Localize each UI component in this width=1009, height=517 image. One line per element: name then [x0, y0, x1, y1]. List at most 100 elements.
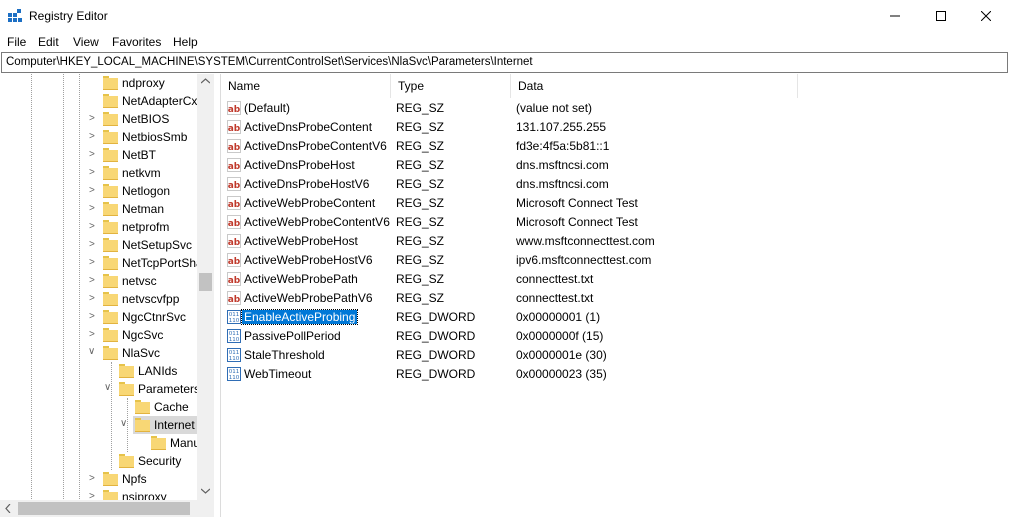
- chevron-right-icon[interactable]: >: [89, 167, 95, 178]
- tree-item-internet[interactable]: ∨ Internet: [0, 416, 197, 434]
- chevron-right-icon[interactable]: >: [89, 239, 95, 250]
- list-item[interactable]: 011 110 EnableActiveProbing REG_DWORD 0x0000…: [221, 308, 1009, 327]
- tree-item-netvscvfpp[interactable]: > netvscvfpp: [0, 290, 197, 308]
- tree-item-netbt[interactable]: > NetBT: [0, 146, 197, 164]
- maximize-button[interactable]: [918, 0, 964, 32]
- scroll-down-icon[interactable]: [201, 488, 210, 494]
- scroll-up-icon[interactable]: [201, 78, 210, 84]
- chevron-right-icon[interactable]: >: [89, 203, 95, 214]
- tree-horizontal-scroll-thumb[interactable]: [18, 502, 190, 515]
- column-header-data[interactable]: Data: [511, 74, 798, 98]
- list-item[interactable]: ab ActiveWebProbeContent REG_SZ Microsoft C…: [221, 194, 1009, 213]
- chevron-right-icon[interactable]: >: [89, 185, 95, 196]
- minimize-button[interactable]: [872, 0, 918, 32]
- list-item[interactable]: ab ActiveDnsProbeHostV6 REG_SZ dns.msftncsi…: [221, 175, 1009, 194]
- folder-icon: [103, 256, 118, 270]
- tree-item-label: netprofm: [122, 220, 170, 234]
- tree-item-netprofm[interactable]: > netprofm: [0, 218, 197, 236]
- tree-item-netadaptercx[interactable]: NetAdapterCx: [0, 92, 197, 110]
- svg-text:110: 110: [229, 375, 240, 381]
- chevron-right-icon[interactable]: >: [89, 221, 95, 232]
- chevron-down-icon[interactable]: ∨: [88, 346, 95, 357]
- tree-item-nlasvc[interactable]: ∨ NlaSvc: [0, 344, 197, 362]
- tree-horizontal-scrollbar[interactable]: [0, 500, 214, 517]
- tree-item-ngcsvc[interactable]: > NgcSvc: [0, 326, 197, 344]
- menu-view[interactable]: View: [73, 35, 99, 49]
- folder-icon: [119, 364, 134, 378]
- tree-item-parameters[interactable]: ∨ Parameters: [0, 380, 200, 398]
- tree-item-label: Netman: [122, 202, 165, 216]
- title-bar: Registry Editor: [0, 0, 1009, 32]
- chevron-right-icon[interactable]: >: [89, 275, 95, 286]
- list-item[interactable]: ab ActiveWebProbeHost REG_SZ www.msftconnec…: [221, 232, 1009, 251]
- list-item[interactable]: ab ActiveWebProbeHostV6 REG_SZ ipv6.msftcon…: [221, 251, 1009, 270]
- list-item[interactable]: ab ActiveWebProbePath REG_SZ connecttest.tx…: [221, 270, 1009, 289]
- address-bar[interactable]: Computer\HKEY_LOCAL_MACHINE\SYSTEM\Curre…: [1, 52, 1008, 73]
- tree-item-netman[interactable]: > Netman: [0, 200, 197, 218]
- tree-item-npfs[interactable]: > Npfs: [0, 470, 197, 488]
- tree-item-netkvm[interactable]: > netkvm: [0, 164, 197, 182]
- list-item[interactable]: 011 110 StaleThreshold REG_DWORD 0x0000001e …: [221, 346, 1009, 365]
- tree-item-netbiossmb[interactable]: > NetbiosSmb: [0, 128, 197, 146]
- address-path: Computer\HKEY_LOCAL_MACHINE\SYSTEM\Curre…: [6, 56, 533, 68]
- tree-item-security[interactable]: Security: [0, 452, 197, 470]
- list-item[interactable]: ab ActiveDnsProbeHost REG_SZ dns.msftncsi.c…: [221, 156, 1009, 175]
- menu-favorites[interactable]: Favorites: [112, 35, 161, 49]
- tree-vertical-scroll-thumb[interactable]: [199, 273, 212, 291]
- tree-item-ndproxy[interactable]: ndproxy: [0, 74, 197, 92]
- chevron-right-icon[interactable]: >: [89, 311, 95, 322]
- list-item[interactable]: 011 110 PassivePollPeriod REG_DWORD 0x000000…: [221, 327, 1009, 346]
- tree-item-label: LANIds: [138, 364, 178, 378]
- tree-vertical-scrollbar[interactable]: [197, 74, 214, 501]
- list-item[interactable]: ab ActiveWebProbePathV6 REG_SZ connecttest.…: [221, 289, 1009, 308]
- chevron-down-icon[interactable]: ∨: [120, 418, 127, 429]
- tree-item-nettcpportsha[interactable]: > NetTcpPortSha: [0, 254, 203, 272]
- chevron-right-icon[interactable]: >: [89, 149, 95, 160]
- scroll-left-icon[interactable]: [5, 504, 11, 513]
- column-header-name[interactable]: Name: [221, 74, 391, 98]
- svg-text:110: 110: [229, 337, 240, 343]
- chevron-right-icon[interactable]: >: [89, 293, 95, 304]
- close-button[interactable]: [963, 0, 1009, 32]
- menu-edit[interactable]: Edit: [38, 35, 59, 49]
- folder-icon: [103, 112, 118, 126]
- pane-splitter[interactable]: [214, 74, 221, 517]
- string-value-icon: ab: [227, 253, 241, 267]
- chevron-right-icon[interactable]: >: [89, 131, 95, 142]
- column-header-type[interactable]: Type: [391, 74, 511, 98]
- values-list[interactable]: Name Type Data ab (Default) REG_SZ (value n…: [221, 74, 1009, 517]
- key-tree[interactable]: ndproxy NetAdapterCx > NetBIOS > Netbios…: [0, 74, 215, 501]
- tree-item-ngcctnrsvc[interactable]: > NgcCtnrSvc: [0, 308, 197, 326]
- chevron-right-icon[interactable]: >: [89, 113, 95, 124]
- value-data: (value not set): [516, 101, 593, 115]
- menu-file[interactable]: File: [7, 35, 26, 49]
- list-item[interactable]: ab ActiveDnsProbeContent REG_SZ 131.107.255…: [221, 118, 1009, 137]
- value-type: REG_SZ: [396, 101, 445, 115]
- tree-item-netvsc[interactable]: > netvsc: [0, 272, 197, 290]
- chevron-right-icon[interactable]: >: [89, 329, 95, 340]
- chevron-right-icon[interactable]: >: [89, 257, 95, 268]
- tree-item-netsetupsvc[interactable]: > NetSetupSvc: [0, 236, 197, 254]
- list-item[interactable]: 011 110 WebTimeout REG_DWORD 0x00000023 (35): [221, 365, 1009, 384]
- value-data: ipv6.msftconnecttest.com: [516, 253, 652, 267]
- maximize-icon: [936, 11, 946, 21]
- tree-item-manu[interactable]: Manu: [0, 434, 200, 452]
- list-item[interactable]: ab ActiveDnsProbeContentV6 REG_SZ fd3e:4f5a…: [221, 137, 1009, 156]
- window-title: Registry Editor: [29, 9, 108, 23]
- tree-item-cache[interactable]: Cache: [0, 398, 197, 416]
- chevron-right-icon[interactable]: >: [89, 473, 95, 484]
- value-name: ActiveDnsProbeHost: [244, 158, 355, 172]
- folder-icon: [135, 400, 150, 414]
- menu-help[interactable]: Help: [173, 35, 198, 49]
- chevron-down-icon[interactable]: ∨: [104, 382, 111, 393]
- list-item[interactable]: ab (Default) REG_SZ (value not set): [221, 99, 1009, 118]
- tree-item-netlogon[interactable]: > Netlogon: [0, 182, 197, 200]
- folder-icon: [103, 166, 118, 180]
- value-name: ActiveWebProbeHost: [244, 234, 358, 248]
- value-type: REG_SZ: [396, 158, 445, 172]
- tree-item-lanids[interactable]: LANIds: [0, 362, 197, 380]
- tree-item-label: NetbiosSmb: [122, 130, 188, 144]
- folder-icon: [103, 220, 118, 234]
- list-item[interactable]: ab ActiveWebProbeContentV6 REG_SZ Microsoft…: [221, 213, 1009, 232]
- tree-item-netbios[interactable]: > NetBIOS: [0, 110, 197, 128]
